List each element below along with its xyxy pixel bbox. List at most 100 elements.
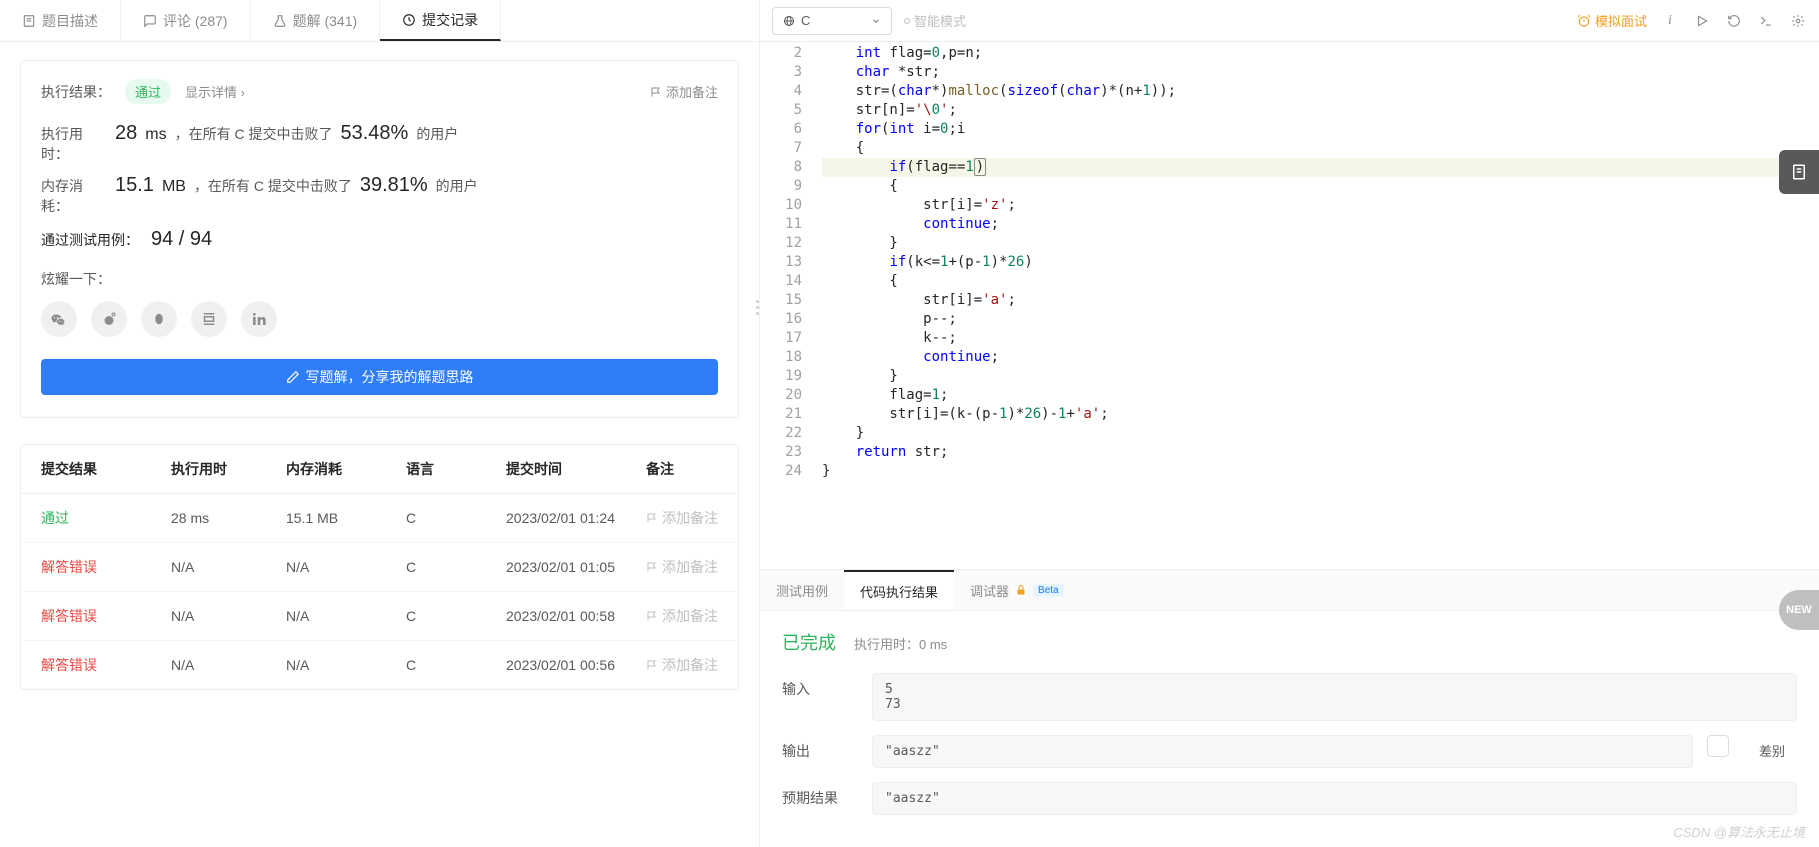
table-row[interactable]: 解答错误N/AN/AC2023/02/01 00:58 添加备注 bbox=[21, 592, 738, 641]
editor-toolbar: C 智能模式 模拟面试 i bbox=[760, 0, 1819, 42]
result-tabs: 测试用例 代码执行结果 调试器 Beta bbox=[760, 569, 1819, 611]
cell-time: 28 ms bbox=[171, 510, 286, 526]
exec-status: 已完成 bbox=[782, 629, 836, 655]
tab-label: 提交记录 bbox=[422, 10, 478, 30]
cell-lang: C bbox=[406, 510, 506, 526]
write-solution-button[interactable]: 写题解，分享我的解题思路 bbox=[41, 359, 718, 395]
cell-when: 2023/02/01 01:24 bbox=[506, 510, 646, 526]
reset-icon[interactable] bbox=[1725, 12, 1743, 30]
tab-submissions[interactable]: 提交记录 bbox=[380, 0, 501, 41]
code-content[interactable]: int flag=0,p=n; char *str; str=(char*)ma… bbox=[810, 42, 1819, 569]
left-content: 执行结果： 通过 显示详情 › 添加备注 执行用时： 28 ms ，在所有 C … bbox=[0, 42, 759, 847]
runtime-row: 执行用时： 28 ms ，在所有 C 提交中击败了 53.48% 的用户 bbox=[41, 122, 718, 164]
flag-icon bbox=[646, 610, 658, 622]
code-editor[interactable]: 23456789101112131415161718192021222324 i… bbox=[760, 42, 1819, 569]
comment-icon bbox=[143, 14, 157, 28]
left-panel: 题目描述 评论 (287) 题解 (341) 提交记录 执行结果： 通过 bbox=[0, 0, 760, 847]
exec-result-label: 执行结果： bbox=[41, 82, 111, 102]
exec-panel: 已完成 执行用时：0 ms 输入 5 73 输出 "aaszz" 差别 预期结果… bbox=[760, 611, 1819, 847]
flask-icon bbox=[273, 14, 287, 28]
output-row: 输出 "aaszz" 差别 bbox=[782, 735, 1797, 768]
alarm-icon bbox=[1577, 14, 1591, 28]
gear-icon[interactable] bbox=[1789, 12, 1807, 30]
mode-label[interactable]: 智能模式 bbox=[904, 11, 966, 30]
weibo-icon[interactable] bbox=[91, 301, 127, 337]
tab-solutions[interactable]: 题解 (341) bbox=[251, 0, 381, 41]
expected-row: 预期结果 "aaszz" bbox=[782, 782, 1797, 815]
table-row[interactable]: 解答错误N/AN/AC2023/02/01 00:56 添加备注 bbox=[21, 641, 738, 689]
show-detail-link[interactable]: 显示详情 › bbox=[185, 82, 245, 101]
float-new-badge[interactable]: NEW bbox=[1779, 590, 1819, 630]
cell-note[interactable]: 添加备注 bbox=[646, 655, 718, 675]
cell-time: N/A bbox=[171, 608, 286, 624]
result-card: 执行结果： 通过 显示详情 › 添加备注 执行用时： 28 ms ，在所有 C … bbox=[20, 60, 739, 418]
cell-time: N/A bbox=[171, 559, 286, 575]
status-badge: 通过 bbox=[125, 79, 171, 104]
flag-icon bbox=[646, 512, 658, 524]
cell-lang: C bbox=[406, 559, 506, 575]
cell-result: 解答错误 bbox=[41, 557, 171, 577]
tab-label: 题目描述 bbox=[42, 11, 98, 31]
rtab-exec[interactable]: 代码执行结果 bbox=[844, 570, 954, 610]
memory-row: 内存消耗： 15.1 MB ，在所有 C 提交中击败了 39.81% 的用户 bbox=[41, 174, 718, 216]
history-icon bbox=[402, 13, 416, 27]
flag-icon bbox=[646, 659, 658, 671]
mock-interview-button[interactable]: 模拟面试 bbox=[1577, 11, 1647, 30]
cell-lang: C bbox=[406, 657, 506, 673]
beta-badge: Beta bbox=[1033, 584, 1064, 597]
cell-when: 2023/02/01 00:56 bbox=[506, 657, 646, 673]
cell-mem: 15.1 MB bbox=[286, 510, 406, 526]
info-icon[interactable]: i bbox=[1661, 12, 1679, 30]
tab-comments[interactable]: 评论 (287) bbox=[121, 0, 251, 41]
share-label: 炫耀一下： bbox=[41, 269, 718, 289]
cell-mem: N/A bbox=[286, 608, 406, 624]
cell-note[interactable]: 添加备注 bbox=[646, 557, 718, 577]
douban-icon[interactable] bbox=[191, 301, 227, 337]
line-gutter: 23456789101112131415161718192021222324 bbox=[760, 42, 810, 569]
output-box[interactable]: "aaszz" bbox=[872, 735, 1693, 768]
tab-description[interactable]: 题目描述 bbox=[0, 0, 121, 41]
splitter[interactable] bbox=[756, 300, 759, 315]
wechat-icon[interactable] bbox=[41, 301, 77, 337]
cell-mem: N/A bbox=[286, 559, 406, 575]
flag-icon bbox=[646, 561, 658, 573]
expected-box[interactable]: "aaszz" bbox=[872, 782, 1797, 815]
table-header: 提交结果 执行用时 内存消耗 语言 提交时间 备注 bbox=[21, 445, 738, 494]
dot-icon bbox=[904, 18, 910, 24]
testcase-row: 通过测试用例： 94 / 94 bbox=[41, 228, 718, 251]
add-note-button[interactable]: 添加备注 bbox=[650, 82, 718, 101]
cell-result: 通过 bbox=[41, 508, 171, 528]
input-box[interactable]: 5 73 bbox=[872, 673, 1797, 721]
cell-time: N/A bbox=[171, 657, 286, 673]
right-panel: C 智能模式 模拟面试 i 2345678910111213141516171 bbox=[760, 0, 1819, 847]
submissions-table: 提交结果 执行用时 内存消耗 语言 提交时间 备注 通过28 ms15.1 MB… bbox=[20, 444, 739, 690]
tab-label: 评论 (287) bbox=[163, 11, 228, 31]
pencil-icon bbox=[286, 370, 300, 384]
table-row[interactable]: 解答错误N/AN/AC2023/02/01 01:05 添加备注 bbox=[21, 543, 738, 592]
cell-mem: N/A bbox=[286, 657, 406, 673]
globe-icon bbox=[783, 15, 795, 27]
cell-note[interactable]: 添加备注 bbox=[646, 508, 718, 528]
problem-tabs: 题目描述 评论 (287) 题解 (341) 提交记录 bbox=[0, 0, 759, 42]
language-select[interactable]: C bbox=[772, 7, 892, 35]
play-icon[interactable] bbox=[1693, 12, 1711, 30]
input-row: 输入 5 73 bbox=[782, 673, 1797, 721]
cell-lang: C bbox=[406, 608, 506, 624]
chevron-down-icon bbox=[871, 16, 881, 26]
cell-note[interactable]: 添加备注 bbox=[646, 606, 718, 626]
rtab-debugger[interactable]: 调试器 Beta bbox=[954, 570, 1080, 610]
table-row[interactable]: 通过28 ms15.1 MBC2023/02/01 01:24 添加备注 bbox=[21, 494, 738, 543]
diff-button[interactable]: 差别 bbox=[1747, 735, 1797, 760]
linkedin-icon[interactable] bbox=[241, 301, 277, 337]
qq-icon[interactable] bbox=[141, 301, 177, 337]
float-notes-button[interactable] bbox=[1779, 150, 1819, 194]
terminal-icon[interactable] bbox=[1757, 12, 1775, 30]
cell-result: 解答错误 bbox=[41, 606, 171, 626]
tab-label: 题解 (341) bbox=[293, 11, 358, 31]
share-icons bbox=[41, 301, 718, 337]
diff-checkbox[interactable] bbox=[1707, 735, 1729, 757]
cell-when: 2023/02/01 01:05 bbox=[506, 559, 646, 575]
rtab-testcase[interactable]: 测试用例 bbox=[760, 570, 844, 610]
cell-when: 2023/02/01 00:58 bbox=[506, 608, 646, 624]
flag-icon bbox=[650, 86, 662, 98]
